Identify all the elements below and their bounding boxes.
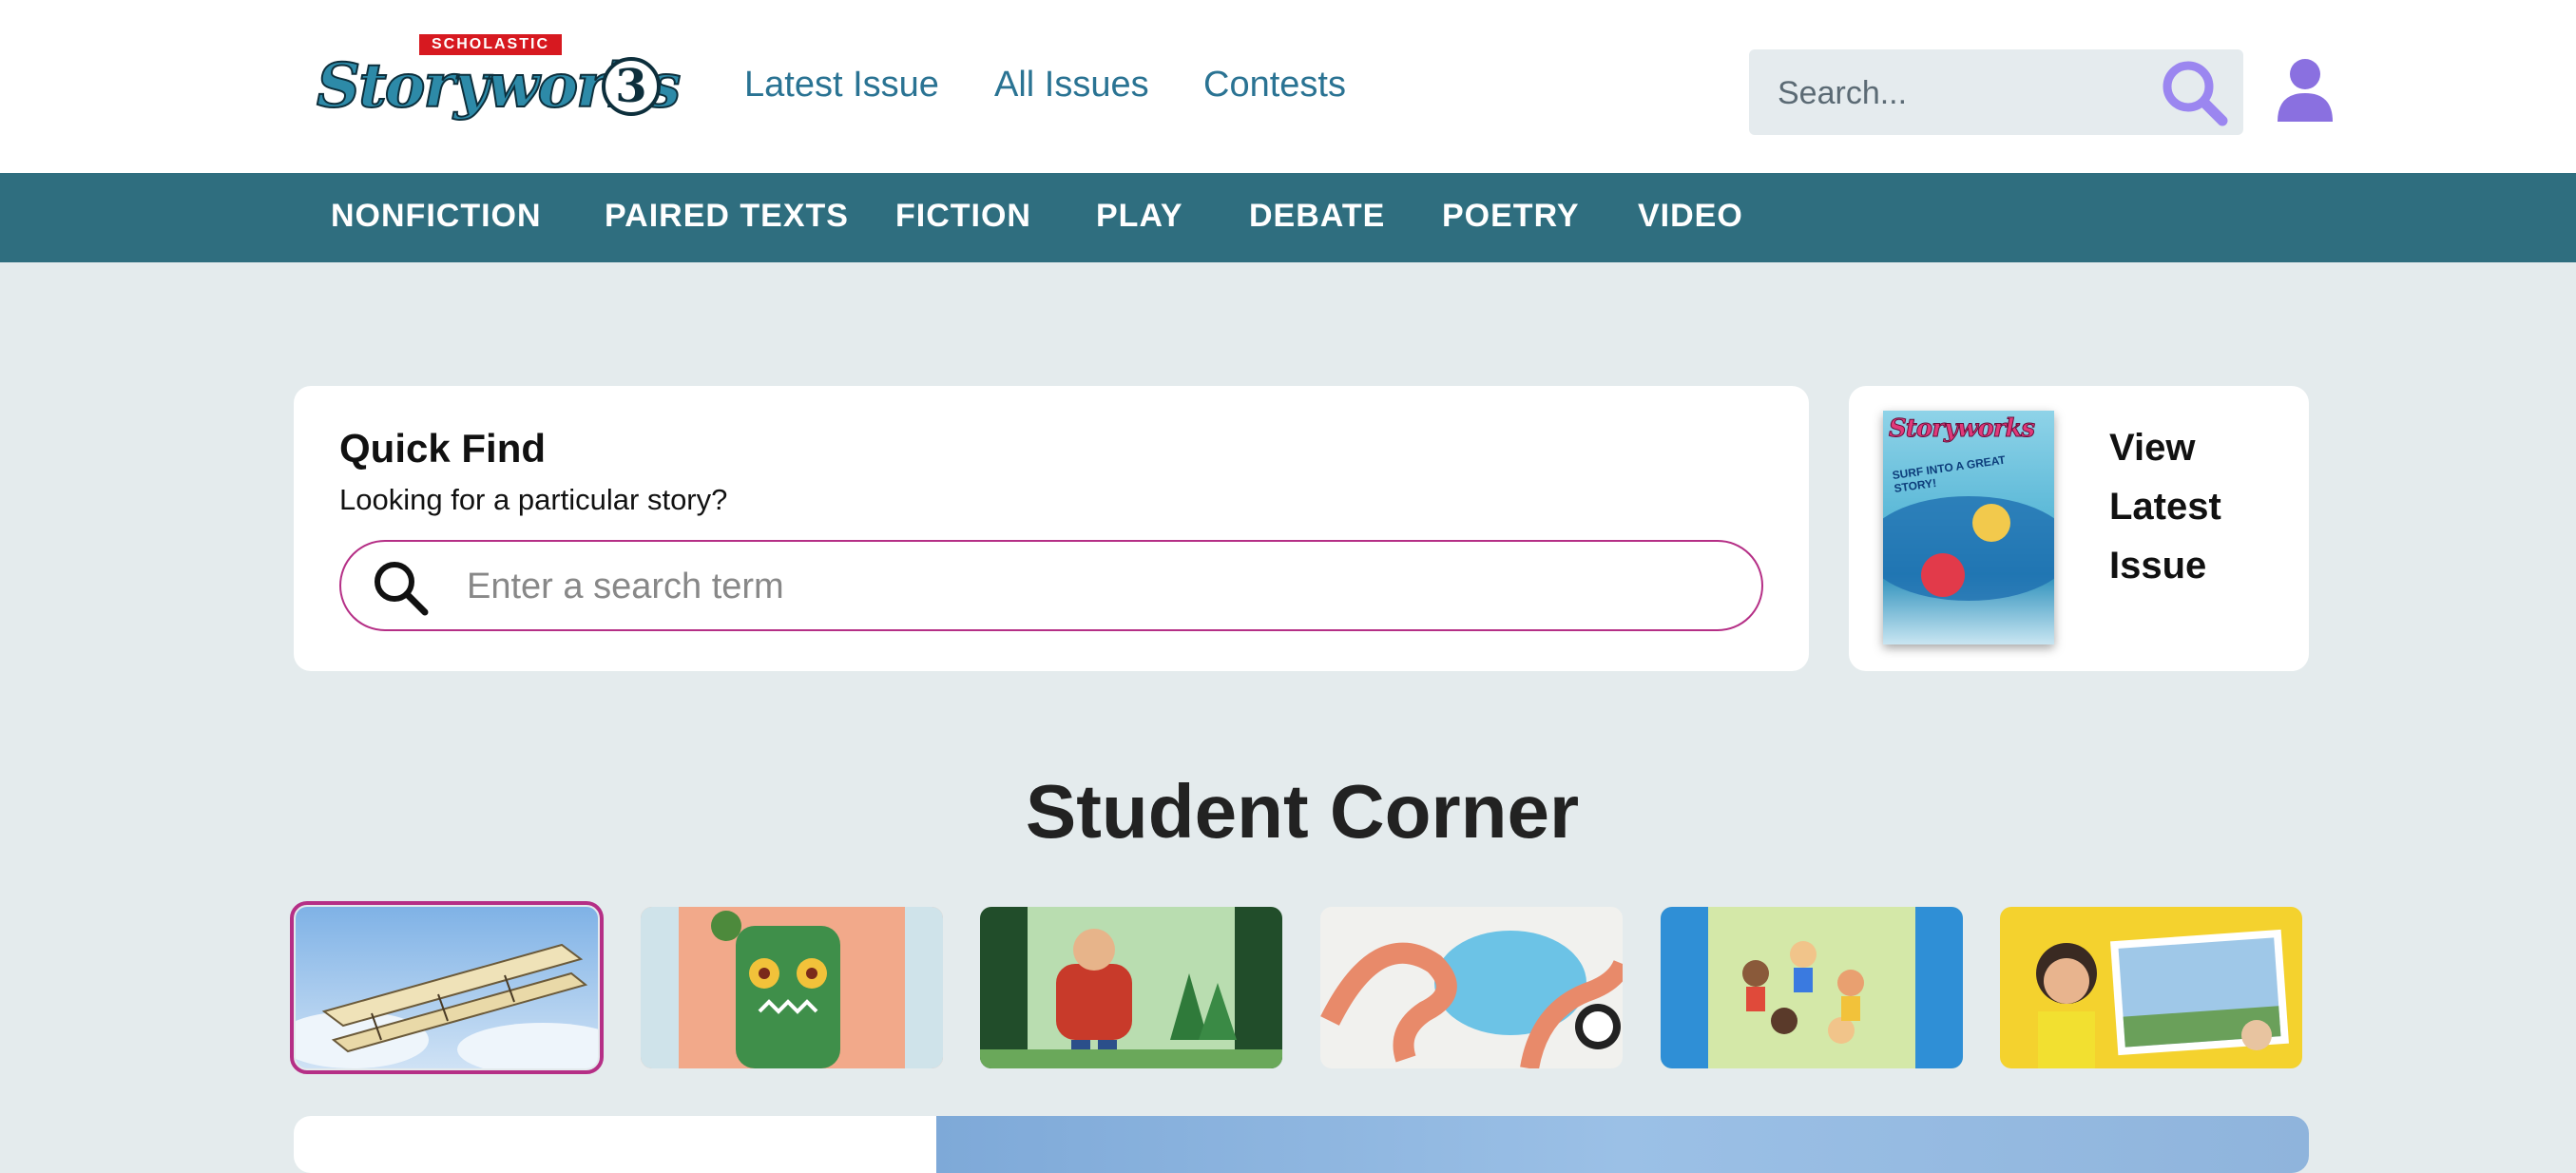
- view-latest-line: Issue: [2109, 545, 2207, 586]
- cover-wave: [1883, 496, 2054, 601]
- grade-number: 3: [602, 57, 661, 116]
- thumbnail-girl-trampoline[interactable]: [2000, 907, 2302, 1068]
- thumbnail-airplane[interactable]: [290, 901, 604, 1074]
- featured-banner-image: [936, 1116, 2309, 1173]
- issue-cover-image[interactable]: Storyworks SURF INTO A GREAT STORY!: [1883, 411, 2054, 644]
- thumbnail-monster-doll[interactable]: [641, 907, 943, 1068]
- student-corner-title: Student Corner: [1025, 769, 1580, 854]
- quick-find-title: Quick Find: [339, 426, 547, 471]
- site-search: [1749, 49, 2243, 135]
- thumbnail-kids-group[interactable]: [1661, 907, 1963, 1068]
- cover-tagline: SURF INTO A GREAT STORY!: [1891, 452, 2007, 495]
- category-bar: NONFICTION PAIRED TEXTS FICTION PLAY DEB…: [0, 173, 2576, 262]
- user-account-icon[interactable]: [2274, 55, 2336, 122]
- cover-character: [1972, 504, 2010, 542]
- cover-character: [1921, 553, 1965, 597]
- quick-find-subtitle: Looking for a particular story?: [339, 483, 728, 516]
- featured-banner-card[interactable]: [294, 1116, 2309, 1173]
- storyworks-logo[interactable]: SCHOLASTIC Storyworks 3: [316, 34, 682, 123]
- magnifier-icon: [375, 562, 429, 616]
- category-poetry[interactable]: POETRY: [1442, 198, 1580, 235]
- cover-title: Storyworks: [1888, 414, 2035, 444]
- site-header: SCHOLASTIC Storyworks 3 Latest Issue All…: [0, 0, 2576, 173]
- latest-issue-card[interactable]: Storyworks SURF INTO A GREAT STORY! View…: [1849, 386, 2309, 671]
- thumbnail-octopus[interactable]: [1320, 907, 1623, 1068]
- category-debate[interactable]: DEBATE: [1249, 198, 1385, 235]
- nav-latest-issue[interactable]: Latest Issue: [744, 65, 939, 106]
- nav-all-issues[interactable]: All Issues: [994, 65, 1149, 106]
- quick-find-input[interactable]: [465, 561, 1701, 612]
- category-play[interactable]: PLAY: [1096, 198, 1183, 235]
- category-paired-texts[interactable]: PAIRED TEXTS: [605, 198, 849, 235]
- site-search-input[interactable]: [1776, 70, 2137, 116]
- category-video[interactable]: VIDEO: [1638, 198, 1743, 235]
- quick-find-search: [339, 540, 1763, 631]
- thumbnail-lumberjack[interactable]: [980, 907, 1282, 1068]
- view-latest-issue-link[interactable]: View Latest Issue: [2109, 418, 2221, 595]
- quick-find-card: Quick Find Looking for a particular stor…: [294, 386, 1809, 671]
- category-fiction[interactable]: FICTION: [895, 198, 1031, 235]
- search-icon[interactable]: [2156, 54, 2232, 130]
- nav-contests[interactable]: Contests: [1203, 65, 1346, 106]
- view-latest-line: Latest: [2109, 486, 2221, 528]
- view-latest-line: View: [2109, 427, 2196, 469]
- category-nonfiction[interactable]: NONFICTION: [331, 198, 542, 235]
